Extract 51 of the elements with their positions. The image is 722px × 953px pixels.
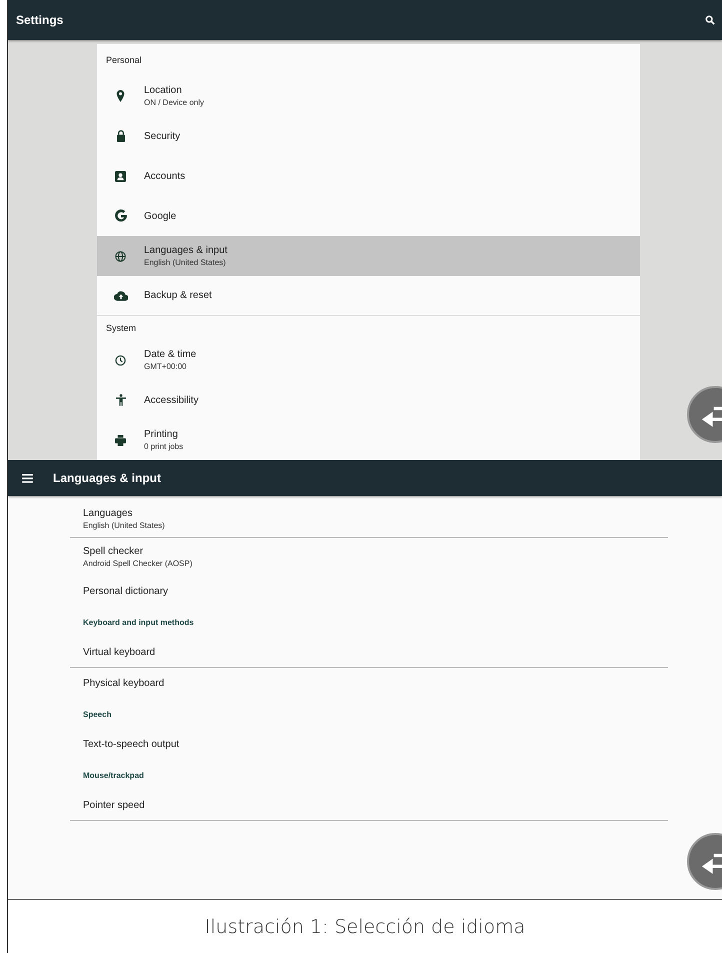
- section-header: System: [105, 322, 138, 335]
- item-title: Backup & reset: [144, 290, 212, 301]
- item-title: Text-to-speech output: [83, 739, 180, 750]
- menu-icon[interactable]: [22, 474, 33, 482]
- return-arrow-icon: [701, 853, 722, 874]
- item-title: Security: [144, 130, 180, 142]
- settings-item[interactable]: Virtual keyboard: [70, 637, 668, 668]
- account-icon: [115, 170, 126, 182]
- lock-icon: [116, 130, 126, 142]
- item-subtitle: 0 print jobs: [144, 442, 184, 451]
- cloud-upload-icon: [114, 290, 128, 300]
- globe-icon: [115, 250, 126, 262]
- item-title: Location: [144, 85, 183, 96]
- item-subtitle: ON / Device only: [144, 98, 204, 107]
- item-subtitle: English (United States): [144, 258, 227, 267]
- item-title: Printing: [144, 429, 179, 440]
- clock-icon: [115, 354, 126, 366]
- item-title: Languages & input: [144, 245, 228, 256]
- section-header: Keyboard and input methods: [82, 616, 195, 629]
- figure-caption: Ilustración 1: Selección de idioma: [204, 916, 526, 938]
- item-title: Pointer speed: [83, 800, 146, 810]
- section-header: Speech: [82, 708, 112, 721]
- settings-item[interactable]: Languages English (United States): [70, 500, 668, 538]
- return-arrow-icon: [701, 406, 722, 426]
- settings-item[interactable]: Text-to-speech output: [70, 729, 668, 760]
- settings-item[interactable]: Physical keyboard: [70, 668, 668, 699]
- item-title: Languages: [83, 508, 134, 518]
- item-title: Accessibility: [144, 394, 198, 406]
- location-pin-icon: [116, 90, 125, 102]
- item-title: Date & time: [144, 349, 196, 360]
- screen-title: Settings: [16, 13, 64, 27]
- item-subtitle: GMT+00:00: [144, 362, 188, 371]
- item-title: Accounts: [144, 170, 186, 182]
- item-subtitle: English (United States): [83, 520, 166, 530]
- item-title: Google: [144, 210, 176, 222]
- g-logo-icon: [114, 209, 128, 223]
- item-title: Spell checker: [83, 546, 144, 557]
- settings-item[interactable]: Pointer speed: [70, 790, 668, 821]
- search-icon[interactable]: [705, 15, 715, 25]
- settings-item[interactable]: Personal dictionary: [70, 576, 668, 607]
- printer-icon: [115, 434, 126, 446]
- accessibility-icon: [116, 394, 126, 406]
- item-title: Physical keyboard: [83, 678, 166, 689]
- item-subtitle: Android Spell Checker (AOSP): [83, 559, 194, 568]
- settings-item[interactable]: Languages & input English (United States): [97, 236, 640, 276]
- screen-title: Languages & input: [53, 471, 161, 485]
- item-title: Personal dictionary: [83, 586, 170, 597]
- section-header: Personal: [105, 54, 143, 67]
- section-header: Mouse/trackpad: [82, 770, 145, 782]
- settings-item[interactable]: Spell checker Android Spell Checker (AOSP): [70, 538, 668, 576]
- item-title: Virtual keyboard: [83, 646, 156, 658]
